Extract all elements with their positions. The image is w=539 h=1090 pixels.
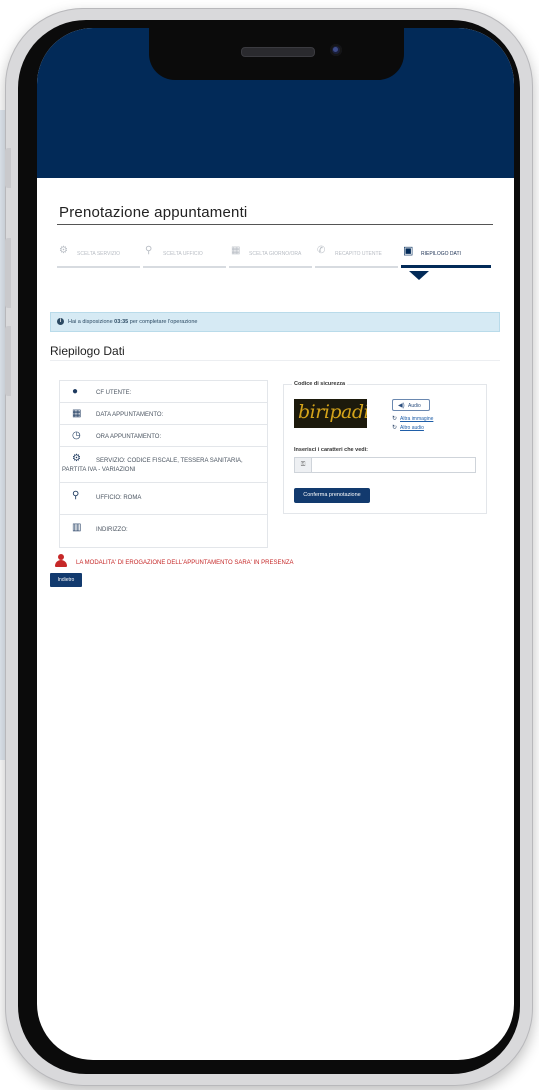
calendar-icon: ▦	[72, 408, 82, 419]
timer-alert: i Hai a disposizione 03:35 per completar…	[50, 312, 500, 332]
step-bar	[143, 266, 226, 268]
captcha-input-label: Inserisci i caratteri che vedi:	[294, 447, 368, 453]
step-label: SCELTA UFFICIO	[163, 251, 203, 257]
mute-switch	[5, 148, 11, 188]
phone-screen: Prenotazione appuntamenti ⚙ SCELTA SERVI…	[37, 28, 514, 1060]
volume-down-button	[5, 326, 11, 396]
step-label: SCELTA SERVIZIO	[77, 251, 121, 257]
summary-row-cf: ● CF UTENTE:	[60, 381, 267, 403]
step-scelta-ufficio[interactable]: ⚲ SCELTA UFFICIO	[143, 242, 226, 268]
summary-row-indirizzo: ▥ INDIRIZZO:	[60, 515, 267, 547]
audio-button[interactable]: ◀) Audio	[392, 399, 430, 411]
map-marker-icon: ⚲	[145, 245, 153, 256]
refresh-icon: ↻	[392, 425, 398, 431]
captcha-input-group: ⚿	[294, 457, 477, 473]
key-icon: ⚿	[295, 458, 312, 472]
captcha-image: biripadi	[294, 399, 367, 428]
active-step-arrow	[409, 271, 429, 280]
step-bar	[57, 266, 140, 268]
row-label: INDIRIZZO:	[96, 527, 128, 533]
step-label: RIEPILOGO DATI	[421, 251, 461, 257]
step-scelta-giorno-ora[interactable]: ▦ SCELTA GIORNO/ORA	[229, 242, 312, 268]
row-label-continued: PARTITA IVA - VARIAZIONI	[62, 467, 136, 473]
speaker-grille	[241, 47, 315, 57]
other-image-link[interactable]: ↻ Altra immagine	[392, 415, 433, 422]
timer-text: Hai a disposizione 03:35 per completare …	[68, 319, 197, 325]
captcha-title: Codice di sicurezza	[292, 381, 348, 387]
person-icon	[55, 554, 67, 568]
step-bar	[229, 266, 312, 268]
phone-notch	[149, 28, 404, 80]
timer-prefix: Hai a disposizione	[68, 319, 115, 325]
gears-icon: ⚙	[72, 453, 81, 464]
row-label: CF UTENTE:	[96, 390, 132, 396]
step-label: SCELTA GIORNO/ORA	[249, 251, 302, 257]
refresh-icon: ↻	[392, 416, 398, 422]
step-bar	[315, 266, 398, 268]
step-recapito-utente[interactable]: ✆ RECAPITO UTENTE	[315, 242, 398, 268]
clock-icon: ◷	[72, 430, 81, 441]
calendar-icon: ▦	[231, 245, 241, 256]
gears-icon: ⚙	[59, 245, 68, 256]
back-button[interactable]: Indietro	[50, 573, 82, 587]
section-title: Riepilogo Dati	[50, 344, 125, 358]
summary-row-servizio: ⚙ SERVIZIO: CODICE FISCALE, TESSERA SANI…	[60, 447, 267, 483]
row-label: SERVIZIO: CODICE FISCALE, TESSERA SANITA…	[96, 458, 243, 464]
row-label: ORA APPUNTAMENTO:	[96, 434, 162, 440]
title-divider	[57, 224, 493, 225]
captcha-image-text: biripadi	[298, 401, 367, 423]
volume-up-button	[5, 238, 11, 308]
step-bar	[401, 265, 491, 268]
timer-value: 03:35	[114, 319, 129, 325]
captcha-panel: Codice di sicurezza biripadi ◀) Audio ↻ A…	[283, 381, 487, 514]
section-divider	[50, 360, 500, 361]
phone-icon: ✆	[317, 245, 326, 256]
in-person-notice: LA MODALITA' DI EROGAZIONE DELL'APPUNTAM…	[76, 560, 294, 566]
other-audio-label: Altro audio	[400, 425, 424, 431]
summary-row-ufficio: ⚲ UFFICIO: ROMA	[60, 483, 267, 515]
other-audio-link[interactable]: ↻ Altro audio	[392, 424, 424, 431]
row-label: UFFICIO: ROMA	[96, 495, 142, 501]
summary-row-data: ▦ DATA APPUNTAMENTO:	[60, 403, 267, 425]
map-marker-icon: ⚲	[72, 490, 80, 501]
step-riepilogo-dati[interactable]: ▣ RIEPILOGO DATI	[401, 242, 491, 268]
audio-label: Audio	[408, 403, 421, 409]
speaker-icon: ◀)	[398, 403, 405, 409]
info-icon: i	[57, 318, 64, 325]
timer-suffix: per completare l'operazione	[128, 319, 198, 325]
front-camera	[330, 44, 342, 56]
step-scelta-servizio[interactable]: ⚙ SCELTA SERVIZIO	[57, 242, 140, 268]
map-icon: ▥	[72, 522, 82, 533]
other-image-label: Altra immagine	[400, 416, 434, 422]
page-title: Prenotazione appuntamenti	[59, 204, 248, 221]
summary-table: ● CF UTENTE: ▦ DATA APPUNTAMENTO: ◷ ORA …	[59, 380, 268, 548]
captcha-input[interactable]	[313, 459, 477, 472]
summary-row-ora: ◷ ORA APPUNTAMENTO:	[60, 425, 267, 447]
user-icon: ●	[72, 386, 79, 397]
row-label: DATA APPUNTAMENTO:	[96, 412, 164, 418]
confirm-booking-button[interactable]: Conferma prenotazione	[294, 488, 370, 503]
id-card-icon: ▣	[403, 245, 414, 257]
progress-steps: ⚙ SCELTA SERVIZIO ⚲ SCELTA UFFICIO ▦ SCE…	[57, 242, 495, 272]
step-label: RECAPITO UTENTE	[335, 251, 382, 257]
